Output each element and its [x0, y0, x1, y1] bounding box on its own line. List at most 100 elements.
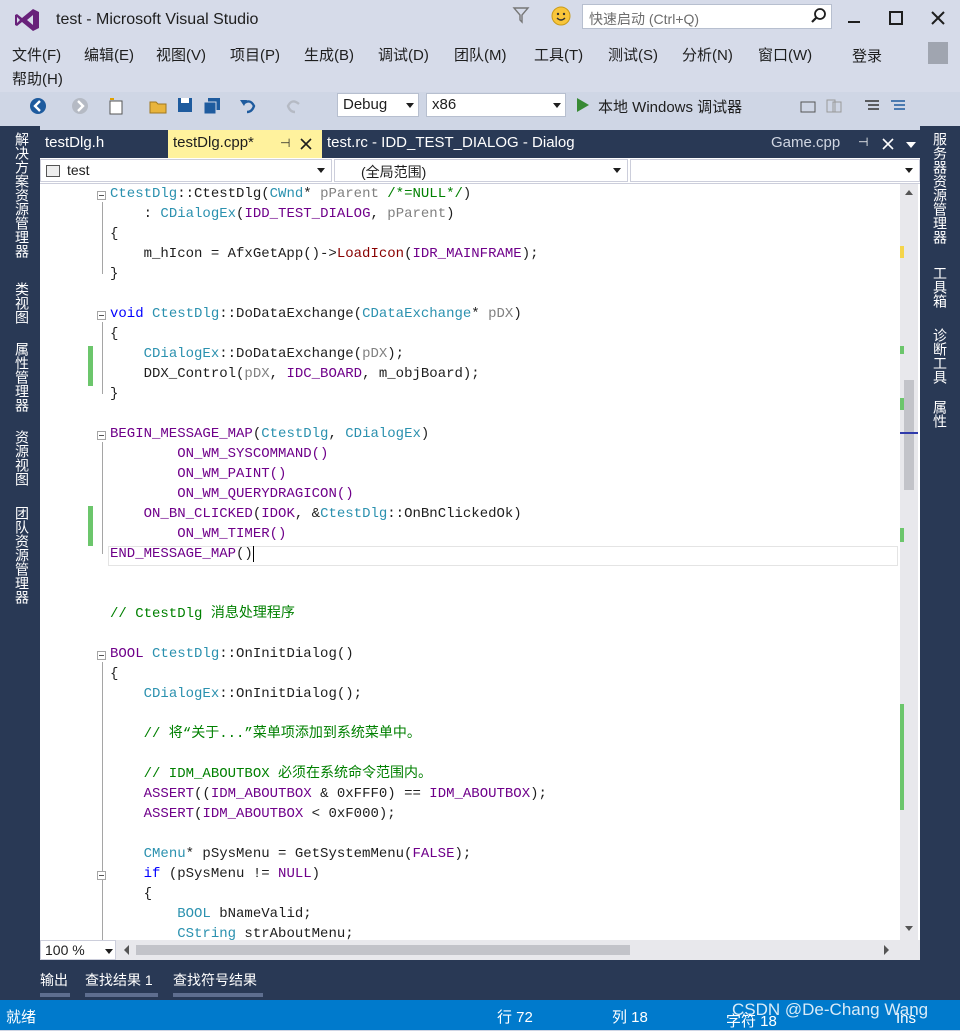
collapse-icon[interactable] [97, 311, 106, 320]
account-icon[interactable] [928, 42, 948, 64]
filter-icon[interactable] [512, 6, 530, 24]
save-icon[interactable] [176, 96, 194, 114]
menu-edit[interactable]: 编辑(E) [84, 44, 134, 65]
platform-select[interactable]: x86 [426, 93, 566, 117]
tab-resource-view[interactable]: 资源视图 [12, 430, 32, 486]
code-line: CDialogEx::DoDataExchange(pDX); [143, 346, 405, 362]
tab-find-symbol-results[interactable]: 查找符号结果 [173, 970, 257, 990]
menu-project[interactable]: 项目(P) [230, 44, 280, 65]
scroll-left-icon[interactable] [124, 945, 129, 955]
tab-output[interactable]: 输出 [40, 970, 68, 990]
feedback-smiley-icon[interactable] [550, 5, 572, 27]
platform-value: x86 [432, 96, 457, 113]
code-editor[interactable]: CtestDlg::CtestDlg(CWnd* pParent /*=NULL… [40, 184, 920, 940]
undo-icon[interactable] [238, 96, 258, 116]
text-caret [252, 546, 254, 562]
menu-test[interactable]: 测试(S) [608, 44, 658, 65]
param-token: pDX [362, 346, 388, 362]
comment-lines-icon[interactable] [862, 96, 882, 116]
class-token: CtestDlg [152, 646, 220, 662]
tab-toolbox[interactable]: 工具箱 [930, 266, 950, 308]
solution-config-select[interactable]: Debug [337, 93, 419, 117]
scroll-down-icon[interactable] [905, 926, 913, 931]
status-bar: 就绪 行 72 列 18 字符 18 Ins CSDN @De-Chang Wa… [0, 1000, 960, 1030]
pin-icon[interactable]: ⊣ [858, 135, 868, 149]
code-line: { [110, 326, 119, 342]
right-tool-rail: 服务器资源管理器 工具箱 诊断工具 属性 [920, 126, 960, 964]
macro-token: ON_BN_CLICKED [143, 506, 253, 522]
chevron-down-icon [613, 168, 621, 173]
project-select[interactable]: test [40, 159, 332, 182]
title-bar: test - Microsoft Visual Studio 快速启动 (Ctr… [0, 0, 960, 36]
uncomment-lines-icon[interactable] [888, 96, 908, 116]
chevron-down-icon[interactable] [906, 142, 916, 148]
change-marker [88, 506, 93, 546]
collapse-icon[interactable] [97, 871, 106, 880]
tab-team-explorer[interactable]: 团队资源管理器 [12, 506, 32, 604]
collapse-icon[interactable] [97, 651, 106, 660]
scroll-thumb[interactable] [904, 380, 914, 490]
toolbar-tool-icon[interactable] [798, 96, 818, 116]
tab-game-cpp[interactable]: Game.cpp [766, 130, 845, 158]
quick-launch-input[interactable]: 快速启动 (Ctrl+Q) [582, 4, 832, 29]
macro-token: FALSE [412, 846, 455, 862]
code-line: void CtestDlg::DoDataExchange(CDataExcha… [110, 306, 522, 322]
close-icon[interactable] [926, 6, 950, 30]
menu-view[interactable]: 视图(V) [156, 44, 206, 65]
search-icon[interactable] [810, 7, 828, 25]
code-line: BOOL bNameValid; [177, 906, 312, 922]
menu-file[interactable]: 文件(F) [12, 44, 61, 65]
caret-position-marker [900, 432, 918, 434]
tab-testdlg-cpp[interactable]: testDlg.cpp* ⊣ [168, 130, 322, 158]
tab-properties[interactable]: 属性 [930, 400, 950, 428]
collapse-icon[interactable] [97, 431, 106, 440]
open-folder-icon[interactable] [148, 96, 168, 116]
tab-server-explorer[interactable]: 服务器资源管理器 [930, 132, 950, 244]
save-all-icon[interactable] [202, 96, 222, 116]
toolbar-tool-icon[interactable] [824, 96, 844, 116]
vertical-scrollbar[interactable] [900, 184, 918, 940]
scroll-up-icon[interactable] [905, 190, 913, 195]
scroll-right-icon[interactable] [884, 945, 889, 955]
minimize-icon[interactable] [842, 6, 866, 30]
class-token: CtestDlg [152, 306, 220, 322]
tab-find-results-1[interactable]: 查找结果 1 [85, 970, 153, 990]
close-icon[interactable] [882, 138, 894, 150]
change-marker [88, 346, 93, 386]
tab-diagnostic-tools[interactable]: 诊断工具 [930, 328, 950, 384]
collapse-icon[interactable] [97, 191, 106, 200]
menu-tools[interactable]: 工具(T) [534, 44, 583, 65]
menu-build[interactable]: 生成(B) [304, 44, 354, 65]
menu-window[interactable]: 窗口(W) [758, 44, 812, 65]
code-line: // CtestDlg 消息处理程序 [110, 606, 295, 622]
start-debug-icon[interactable] [576, 97, 590, 113]
code-line: BOOL CtestDlg::OnInitDialog() [110, 646, 354, 662]
back-icon[interactable] [28, 96, 48, 116]
member-select[interactable] [630, 159, 920, 182]
tab-property-manager[interactable]: 属性管理器 [12, 342, 32, 412]
menu-help[interactable]: 帮助(H) [12, 68, 63, 89]
tab-label: testDlg.cpp* [173, 134, 254, 151]
forward-icon[interactable] [70, 96, 90, 116]
start-debug-button[interactable]: 本地 Windows 调试器 [598, 96, 742, 117]
login-link[interactable]: 登录 [852, 45, 882, 66]
scope-select[interactable]: (全局范围) [334, 159, 628, 182]
menu-team[interactable]: 团队(M) [454, 44, 507, 65]
class-token: CtestDlg [261, 426, 329, 442]
macro-token: IDOK [261, 506, 295, 522]
maximize-icon[interactable] [884, 6, 908, 30]
menu-bar: 文件(F) 编辑(E) 视图(V) 项目(P) 生成(B) 调试(D) 团队(M… [0, 36, 960, 92]
zoom-select[interactable]: 100 % [40, 940, 116, 960]
tab-solution-explorer[interactable]: 解决方案资源管理器 [12, 132, 32, 258]
pin-icon[interactable]: ⊣ [280, 136, 290, 150]
close-icon[interactable] [300, 138, 312, 150]
tab-test-rc[interactable]: test.rc - IDD_TEST_DIALOG - Dialog [322, 130, 580, 158]
horizontal-scroll-thumb[interactable] [136, 945, 630, 955]
redo-icon[interactable] [284, 96, 304, 116]
param-token: pDX [244, 366, 270, 382]
menu-debug[interactable]: 调试(D) [378, 44, 429, 65]
new-project-icon[interactable] [106, 96, 126, 116]
tab-testdlg-h[interactable]: testDlg.h [40, 130, 109, 158]
tab-class-view[interactable]: 类视图 [12, 282, 32, 324]
menu-analyze[interactable]: 分析(N) [682, 44, 733, 65]
